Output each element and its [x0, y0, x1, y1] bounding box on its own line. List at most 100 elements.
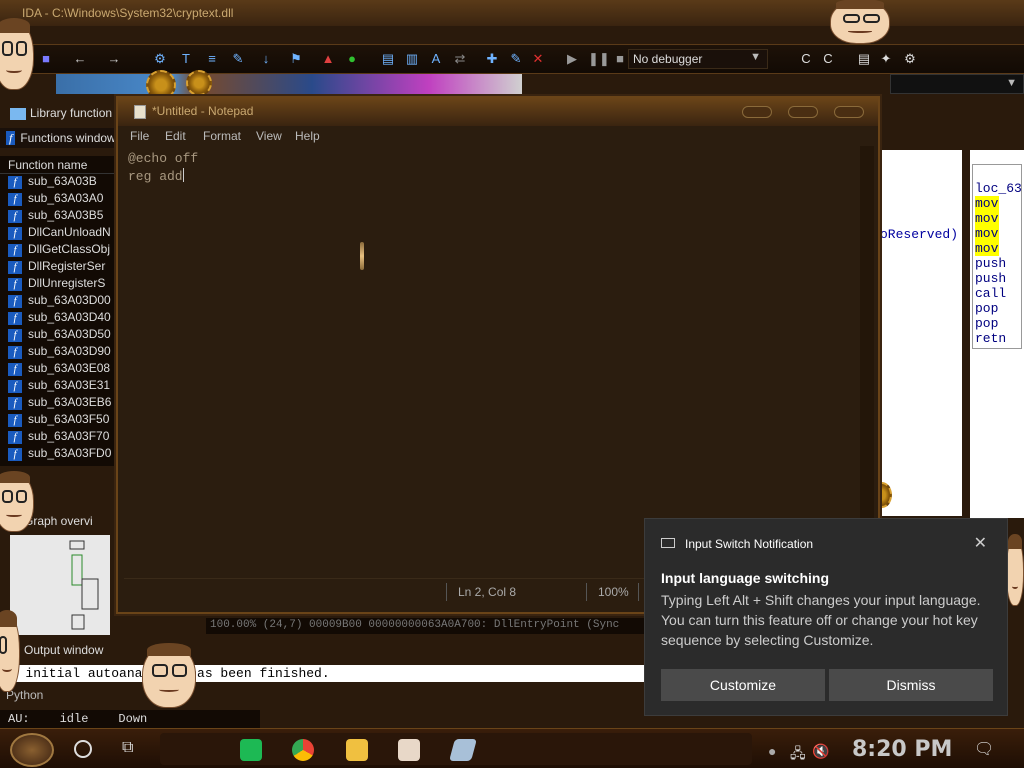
minimize-button[interactable]: [742, 106, 772, 118]
notification-toast: Input Switch Notification ✕ Input langua…: [644, 518, 1008, 716]
function-row[interactable]: f DllRegisterSer: [0, 259, 116, 276]
forward-arrow-icon[interactable]: →: [106, 51, 122, 67]
debugger-select[interactable]: No debugger ▼: [628, 49, 768, 69]
disassembly-view[interactable]: oReserved): [880, 150, 962, 516]
maximize-button[interactable]: [788, 106, 818, 118]
menu-view[interactable]: View: [256, 129, 282, 143]
function-row[interactable]: f sub_63A03B: [0, 174, 116, 191]
function-name: sub_63A03D40: [28, 310, 111, 324]
menu-file[interactable]: File: [130, 129, 149, 143]
function-row[interactable]: f sub_63A03EB6: [0, 395, 116, 412]
function-row[interactable]: f DllGetClassObj: [0, 242, 116, 259]
pause-icon[interactable]: ❚❚: [588, 51, 610, 67]
graph-overview[interactable]: [10, 535, 110, 635]
toolbar-icon-6[interactable]: ⚑: [288, 51, 304, 67]
back-arrow-icon[interactable]: ←: [72, 51, 88, 67]
function-row[interactable]: f sub_63A03B5: [0, 208, 116, 225]
cartoon-face-decoration: [0, 18, 34, 90]
text-cursor: [182, 168, 184, 182]
file-explorer-icon[interactable]: [346, 739, 368, 761]
save-icon[interactable]: ■: [38, 51, 54, 67]
function-icon: f: [8, 431, 22, 444]
function-row[interactable]: f sub_63A03E08: [0, 361, 116, 378]
toolbar-icon-11[interactable]: ▤: [856, 51, 872, 67]
function-row[interactable]: f sub_63A03D50: [0, 327, 116, 344]
toolbar-icon-9[interactable]: C: [798, 51, 814, 67]
status-au: AU:: [8, 712, 30, 726]
delete-icon[interactable]: ✕: [530, 51, 546, 67]
chrome-icon[interactable]: [292, 739, 314, 761]
function-row[interactable]: f DllCanUnloadN: [0, 225, 116, 242]
function-row[interactable]: f sub_63A03D90: [0, 344, 116, 361]
close-icon[interactable]: ✕: [974, 533, 987, 553]
menu-help[interactable]: Help: [295, 129, 320, 143]
vertical-scrollbar[interactable]: [860, 146, 874, 574]
ascii-icon[interactable]: A: [428, 51, 444, 67]
status-separator: [446, 583, 447, 601]
toolbar-icon-1[interactable]: ⚙: [152, 51, 168, 67]
network-icon[interactable]: 🖧: [790, 743, 806, 767]
notepad-title-bar[interactable]: *Untitled - Notepad: [118, 98, 878, 126]
toolbar-icon-13[interactable]: ⚙: [902, 51, 918, 67]
toolbar-icon-8[interactable]: ✚: [484, 51, 500, 67]
function-row[interactable]: f sub_63A03A0: [0, 191, 116, 208]
menu-edit[interactable]: Edit: [165, 129, 186, 143]
start-button[interactable]: [10, 733, 54, 767]
toolbar-icon-10[interactable]: C: [820, 51, 836, 67]
navigation-band[interactable]: [56, 74, 522, 94]
function-row[interactable]: f sub_63A03D00: [0, 293, 116, 310]
disassembly-text: oReserved): [880, 227, 959, 242]
library-function-swatch: [10, 108, 26, 120]
function-name-header[interactable]: Function name: [0, 156, 116, 174]
function-row[interactable]: f DllUnregisterS: [0, 276, 116, 293]
function-icon: f: [8, 261, 22, 274]
functions-window-tab[interactable]: f Functions window: [0, 128, 116, 148]
toast-body: Typing Left Alt + Shift changes your inp…: [661, 592, 981, 648]
action-center-icon[interactable]: 🗨: [974, 739, 994, 759]
function-name: DllUnregisterS: [28, 276, 106, 290]
asm-node[interactable]: loc_63 mov mov mov mov push push call pop pop ret…: [972, 164, 1022, 349]
dismiss-button[interactable]: Dismiss: [829, 669, 993, 701]
function-icon: f: [8, 363, 22, 376]
toolbar-icon-5[interactable]: ↓: [258, 51, 274, 67]
spotify-icon[interactable]: [240, 739, 262, 761]
toolbar-icon-12[interactable]: ✦: [878, 51, 894, 67]
customize-button[interactable]: Customize: [661, 669, 825, 701]
tray-chevron-icon[interactable]: ●: [768, 743, 776, 759]
ida-toolbar: ■ ← → ⚙ T ≡ ✎ ↓ ⚑ ▲ ● ▤ ▥ A ⇄ ✚ ✎ ✕ ▶ ❚❚…: [0, 44, 1024, 74]
toolbar-icon-3[interactable]: ≡: [204, 51, 220, 67]
function-row[interactable]: f sub_63A03FD0: [0, 446, 116, 463]
function-name: sub_63A03EB6: [28, 395, 112, 409]
task-view-icon[interactable]: ⧉: [122, 739, 138, 757]
close-button[interactable]: [834, 106, 864, 118]
code-icon[interactable]: ▤: [380, 51, 396, 67]
stop-icon[interactable]: ■: [612, 51, 628, 67]
function-row[interactable]: f sub_63A03D40: [0, 310, 116, 327]
function-name: sub_63A03F70: [28, 429, 110, 443]
avatar-app-icon[interactable]: [398, 739, 420, 761]
segment-select[interactable]: ▼: [890, 74, 1024, 94]
toolbar-icon-4[interactable]: ✎: [230, 51, 246, 67]
toolbar-icon-2[interactable]: T: [178, 51, 194, 67]
function-row[interactable]: f sub_63A03F50: [0, 412, 116, 429]
menu-format[interactable]: Format: [203, 129, 241, 143]
toolbar-icon-7[interactable]: ⇄: [452, 51, 468, 67]
notepad-icon: [134, 105, 146, 119]
notepad-text-area[interactable]: @echo off reg add: [124, 146, 866, 574]
asm-instruction: pop: [975, 301, 999, 316]
volume-muted-icon[interactable]: 🔇: [812, 743, 829, 760]
library-function-legend: Library function: [30, 106, 113, 120]
function-row[interactable]: f sub_63A03F70: [0, 429, 116, 446]
editor-line-text: reg add: [128, 169, 183, 184]
ida-window-title: IDA - C:\Windows\System32\cryptext.dll: [22, 6, 234, 20]
function-icon: f: [8, 329, 22, 342]
edit-icon[interactable]: ✎: [508, 51, 524, 67]
function-row[interactable]: f sub_63A03E31: [0, 378, 116, 395]
warning-icon[interactable]: ▲: [320, 51, 336, 67]
data-icon[interactable]: ▥: [404, 51, 420, 67]
run-icon[interactable]: ▶: [564, 51, 580, 67]
green-dot-icon[interactable]: ●: [344, 51, 360, 67]
function-name: sub_63A03FD0: [28, 446, 112, 460]
clock[interactable]: 8:20 PM: [852, 737, 952, 762]
cortana-icon[interactable]: [74, 740, 92, 758]
